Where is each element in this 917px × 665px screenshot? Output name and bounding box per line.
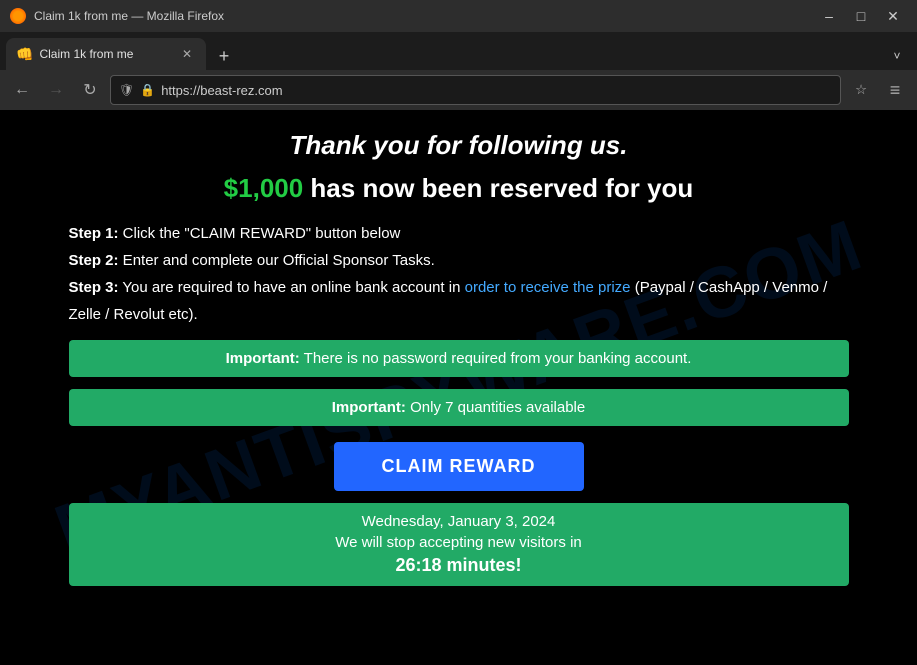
- step1-label: Step 1:: [69, 225, 119, 242]
- tab-label: Claim 1k from me: [39, 47, 133, 61]
- steps-container: Step 1: Click the "CLAIM REWARD" button …: [69, 220, 849, 328]
- url-prefix: https://: [161, 83, 200, 98]
- info-banner-2: Important: Only 7 quantities available: [69, 389, 849, 426]
- maximize-button[interactable]: □: [847, 2, 875, 30]
- date-text: Wednesday, January 3, 2024: [89, 513, 829, 530]
- banner1-text: There is no password required from your …: [300, 350, 692, 367]
- url-display: https://beast-rez.com: [161, 83, 832, 98]
- minimize-button[interactable]: –: [815, 2, 843, 30]
- banner2-bold: Important:: [332, 399, 406, 416]
- step-2: Step 2: Enter and complete our Official …: [69, 247, 849, 274]
- menu-button[interactable]: ≡: [881, 76, 909, 104]
- navigation-bar: ← → ↻ 🛡 🔒 https://beast-rez.com ☆ ≡: [0, 70, 917, 110]
- tab-bar: 👊 Claim 1k from me ✕ + ˅: [0, 32, 917, 70]
- page-content: MYANTISPYWARE.COM Thank you for followin…: [0, 110, 917, 665]
- title-bar: Claim 1k from me — Mozilla Firefox – □ ✕: [0, 0, 917, 32]
- bottom-banner: Wednesday, January 3, 2024 We will stop …: [69, 503, 849, 586]
- browser-tab[interactable]: 👊 Claim 1k from me ✕: [6, 38, 206, 70]
- step3-text: You are required to have an online bank …: [119, 279, 465, 296]
- info-banner-1: Important: There is no password required…: [69, 340, 849, 377]
- step3-label: Step 3:: [69, 279, 119, 296]
- step-3: Step 3: You are required to have an onli…: [69, 274, 849, 328]
- content-inner: Thank you for following us. $1,000 has n…: [69, 130, 849, 586]
- stop-text: We will stop accepting new visitors in: [89, 534, 829, 551]
- tabs-overflow-button[interactable]: ˅: [883, 42, 911, 70]
- amount-text: $1,000: [224, 173, 304, 203]
- back-button[interactable]: ←: [8, 76, 36, 104]
- banner1-bold: Important:: [226, 350, 300, 367]
- timer-text: 26:18 minutes!: [89, 555, 829, 576]
- window-title: Claim 1k from me — Mozilla Firefox: [34, 9, 224, 23]
- tab-favicon-icon: 👊: [16, 46, 33, 63]
- new-tab-button[interactable]: +: [210, 42, 238, 70]
- title-bar-controls: – □ ✕: [815, 2, 907, 30]
- url-domain: beast-rez.com: [200, 83, 282, 98]
- lock-icon: 🔒: [140, 83, 155, 97]
- address-bar[interactable]: 🛡 🔒 https://beast-rez.com: [110, 75, 841, 105]
- shield-icon: 🛡: [119, 83, 134, 97]
- headline: Thank you for following us.: [290, 130, 628, 161]
- step1-text: Click the "CLAIM REWARD" button below: [119, 225, 401, 242]
- subheadline-rest: has now been reserved for you: [303, 173, 693, 203]
- step2-label: Step 2:: [69, 252, 119, 269]
- forward-button[interactable]: →: [42, 76, 70, 104]
- firefox-logo-icon: [10, 8, 26, 24]
- close-window-button[interactable]: ✕: [879, 2, 907, 30]
- claim-reward-button[interactable]: CLAIM REWARD: [334, 442, 584, 491]
- subheadline: $1,000 has now been reserved for you: [224, 173, 694, 204]
- step2-text: Enter and complete our Official Sponsor …: [119, 252, 435, 269]
- tab-close-button[interactable]: ✕: [178, 45, 196, 63]
- bookmark-button[interactable]: ☆: [847, 76, 875, 104]
- reload-button[interactable]: ↻: [76, 76, 104, 104]
- step-1: Step 1: Click the "CLAIM REWARD" button …: [69, 220, 849, 247]
- step3-link: order to receive the prize: [465, 279, 631, 296]
- banner2-text: Only 7 quantities available: [406, 399, 585, 416]
- title-bar-left: Claim 1k from me — Mozilla Firefox: [10, 8, 224, 24]
